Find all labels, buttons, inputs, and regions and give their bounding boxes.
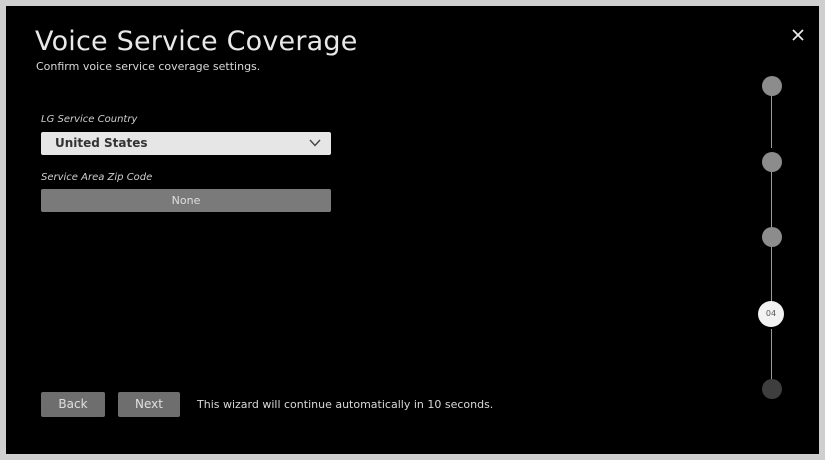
back-button[interactable]: Back [41,392,105,417]
next-button[interactable]: Next [118,392,180,417]
zip-code-value: None [171,194,201,207]
step-5-dot [762,379,782,399]
country-dropdown[interactable]: United States [41,132,331,155]
screen: Voice Service Coverage Confirm voice ser… [0,0,825,460]
auto-continue-message: This wizard will continue automatically … [197,398,494,411]
close-button[interactable] [789,26,807,44]
step-indicator: 04 [752,70,792,400]
country-label: LG Service Country [41,114,138,125]
page-title: Voice Service Coverage [35,26,358,57]
step-current: 04 [758,301,784,327]
close-icon [792,29,804,41]
step-2-dot [762,152,782,172]
zip-code-field[interactable]: None [41,189,331,212]
step-connector [771,239,772,304]
step-3-dot [762,227,782,247]
step-connector [771,329,772,382]
zip-label: Service Area Zip Code [41,172,153,183]
chevron-down-icon [309,139,321,147]
step-1-dot [762,76,782,96]
step-connector [771,163,772,227]
country-value: United States [55,136,148,150]
page-subtitle: Confirm voice service coverage settings. [36,60,261,73]
